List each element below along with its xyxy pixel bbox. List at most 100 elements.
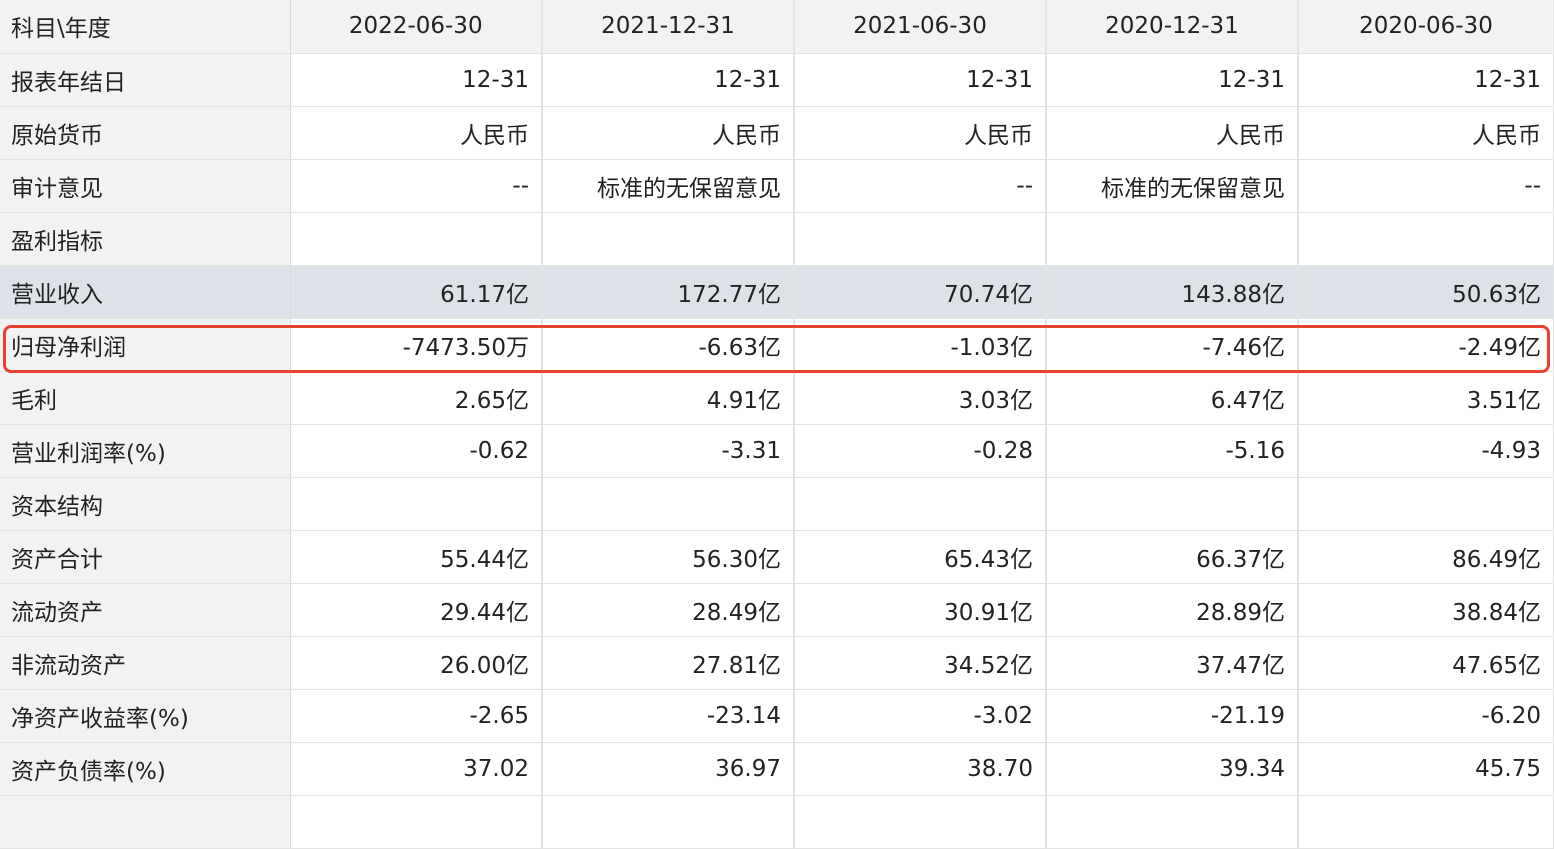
row-value: [794, 795, 1047, 849]
row-value: 66.37亿: [1046, 530, 1299, 584]
row-value: [290, 795, 543, 849]
header-date-cell: 2020-12-31: [1046, 0, 1299, 54]
row-value: [794, 477, 1047, 531]
row-value: 38.70: [794, 742, 1047, 796]
section-label: 资本结构: [0, 477, 291, 531]
row-value: 3.51亿: [1298, 371, 1554, 425]
row-value: 3.03亿: [794, 371, 1047, 425]
row-value: -21.19: [1046, 689, 1299, 743]
row-value: -0.28: [794, 424, 1047, 478]
row-value: 人民币: [542, 106, 795, 160]
table-row: 报表年结日 12-31 12-31 12-31 12-31 12-31: [0, 53, 1554, 107]
row-label: 非流动资产: [0, 636, 291, 690]
row-value: --: [290, 159, 543, 213]
row-value: 人民币: [1298, 106, 1554, 160]
row-value: 172.77亿: [542, 265, 795, 319]
row-value: 37.47亿: [1046, 636, 1299, 690]
section-header-row: 资本结构: [0, 477, 1554, 531]
row-value: 28.49亿: [542, 583, 795, 637]
row-value: 34.52亿: [794, 636, 1047, 690]
row-value: 65.43亿: [794, 530, 1047, 584]
row-value: [1298, 795, 1554, 849]
row-value: 标准的无保留意见: [542, 159, 795, 213]
row-value: 38.84亿: [1298, 583, 1554, 637]
row-value: [542, 477, 795, 531]
table-row: 非流动资产 26.00亿 27.81亿 34.52亿 37.47亿 47.65亿: [0, 636, 1554, 690]
row-value: [1298, 212, 1554, 266]
row-value: -1.03亿: [794, 318, 1047, 372]
row-value: [1046, 795, 1299, 849]
row-value: 12-31: [290, 53, 543, 107]
section-header-row: 盈利指标: [0, 212, 1554, 266]
row-value: 47.65亿: [1298, 636, 1554, 690]
row-value: 标准的无保留意见: [1046, 159, 1299, 213]
row-label: 审计意见: [0, 159, 291, 213]
row-value: --: [1298, 159, 1554, 213]
row-value: 12-31: [1046, 53, 1299, 107]
header-date-cell: 2020-06-30: [1298, 0, 1554, 54]
row-value: [1298, 477, 1554, 531]
table-row: 原始货币 人民币 人民币 人民币 人民币 人民币: [0, 106, 1554, 160]
row-value: -3.02: [794, 689, 1047, 743]
table-row: 净资产收益率(%) -2.65 -23.14 -3.02 -21.19 -6.2…: [0, 689, 1554, 743]
row-value: 143.88亿: [1046, 265, 1299, 319]
row-label: 净资产收益率(%): [0, 689, 291, 743]
row-value: [794, 212, 1047, 266]
row-value: 55.44亿: [290, 530, 543, 584]
row-value: -7.46亿: [1046, 318, 1299, 372]
row-label: 资产合计: [0, 530, 291, 584]
row-value: 56.30亿: [542, 530, 795, 584]
row-value: -4.93: [1298, 424, 1554, 478]
table-row: 审计意见 -- 标准的无保留意见 -- 标准的无保留意见 --: [0, 159, 1554, 213]
row-value: [542, 795, 795, 849]
table-row: 流动资产 29.44亿 28.49亿 30.91亿 28.89亿 38.84亿: [0, 583, 1554, 637]
row-value: 人民币: [794, 106, 1047, 160]
table-row: 营业利润率(%) -0.62 -3.31 -0.28 -5.16 -4.93: [0, 424, 1554, 478]
row-value: 86.49亿: [1298, 530, 1554, 584]
row-value: 37.02: [290, 742, 543, 796]
row-value: 70.74亿: [794, 265, 1047, 319]
row-value: -5.16: [1046, 424, 1299, 478]
header-date-cell: 2021-12-31: [542, 0, 795, 54]
row-value: 61.17亿: [290, 265, 543, 319]
row-value: 30.91亿: [794, 583, 1047, 637]
section-label: 盈利指标: [0, 212, 291, 266]
row-value: 人民币: [1046, 106, 1299, 160]
row-value: 27.81亿: [542, 636, 795, 690]
row-label: 原始货币: [0, 106, 291, 160]
row-value: 12-31: [1298, 53, 1554, 107]
row-value: 人民币: [290, 106, 543, 160]
table-row-annotated: 归母净利润 -7473.50万 -6.63亿 -1.03亿 -7.46亿 -2.…: [0, 318, 1554, 372]
header-label-cell: 科目\年度: [0, 0, 291, 54]
row-value: -23.14: [542, 689, 795, 743]
table-row-partial: [0, 795, 1554, 849]
row-label: 归母净利润: [0, 318, 291, 372]
header-date-cell: 2021-06-30: [794, 0, 1047, 54]
financial-summary-table: 科目\年度 2022-06-30 2021-12-31 2021-06-30 2…: [0, 0, 1554, 849]
row-value: 26.00亿: [290, 636, 543, 690]
table-row: 资产负债率(%) 37.02 36.97 38.70 39.34 45.75: [0, 742, 1554, 796]
row-value: 50.63亿: [1298, 265, 1554, 319]
row-value: 6.47亿: [1046, 371, 1299, 425]
row-value: -7473.50万: [290, 318, 543, 372]
row-value: -2.49亿: [1298, 318, 1554, 372]
row-label: 报表年结日: [0, 53, 291, 107]
row-value: [290, 212, 543, 266]
row-value: 45.75: [1298, 742, 1554, 796]
row-label: 毛利: [0, 371, 291, 425]
row-value: [290, 477, 543, 531]
row-label: 资产负债率(%): [0, 742, 291, 796]
row-value: [542, 212, 795, 266]
row-value: 39.34: [1046, 742, 1299, 796]
row-value: 12-31: [794, 53, 1047, 107]
table-row: 资产合计 55.44亿 56.30亿 65.43亿 66.37亿 86.49亿: [0, 530, 1554, 584]
row-value: --: [794, 159, 1047, 213]
row-value: -0.62: [290, 424, 543, 478]
row-value: 36.97: [542, 742, 795, 796]
row-value: 2.65亿: [290, 371, 543, 425]
row-value: 4.91亿: [542, 371, 795, 425]
row-value: 28.89亿: [1046, 583, 1299, 637]
table-header-row: 科目\年度 2022-06-30 2021-12-31 2021-06-30 2…: [0, 0, 1554, 54]
row-value: [1046, 477, 1299, 531]
row-value: 29.44亿: [290, 583, 543, 637]
